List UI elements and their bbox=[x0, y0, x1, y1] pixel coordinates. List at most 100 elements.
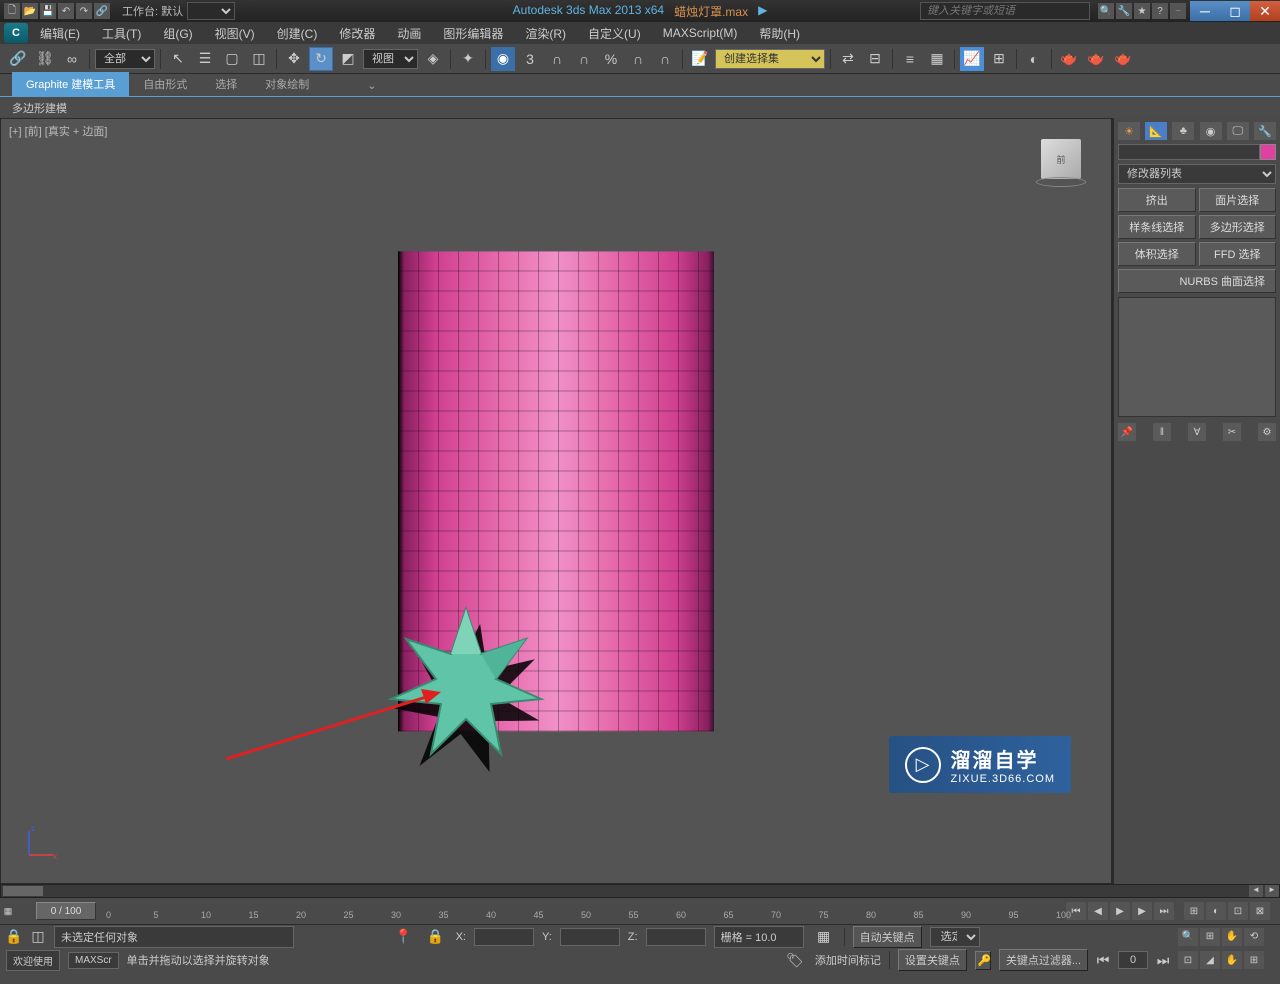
tool-icon[interactable]: 🔧 bbox=[1116, 3, 1132, 19]
key-mode-select[interactable]: 选定对 bbox=[930, 927, 980, 947]
spinner-prev-icon[interactable]: ⏮ bbox=[1096, 948, 1110, 972]
motion-tab-icon[interactable]: ◉ bbox=[1200, 122, 1222, 140]
ffd-select-button[interactable]: FFD 选择 bbox=[1199, 242, 1277, 266]
manipulate-icon[interactable]: ✦ bbox=[456, 47, 480, 71]
nav-tool1-icon[interactable]: ⊞ bbox=[1184, 902, 1204, 920]
extrude-button[interactable]: 挤出 bbox=[1118, 188, 1196, 212]
iso-icon[interactable]: ◫ bbox=[30, 925, 46, 949]
rendered-frame-icon[interactable]: 🫖 bbox=[1084, 47, 1108, 71]
prev-frame-icon[interactable]: ◀ bbox=[1088, 902, 1108, 920]
rotate-tool-icon[interactable]: ↻ bbox=[309, 47, 333, 71]
poly-select-button[interactable]: 多边形选择 bbox=[1199, 215, 1277, 239]
display-tab-icon[interactable]: 🖵 bbox=[1227, 122, 1249, 140]
utilities-tab-icon[interactable]: 🔧 bbox=[1254, 122, 1276, 140]
minimize-button[interactable]: ─ bbox=[1190, 1, 1220, 21]
play-icon[interactable]: ▶ bbox=[758, 3, 767, 20]
menu-maxscript[interactable]: MAXScript(M) bbox=[653, 23, 748, 43]
nav-tool3-icon[interactable]: ⊡ bbox=[1228, 902, 1248, 920]
ribbon-polymodel[interactable]: 多边形建模 bbox=[12, 100, 67, 116]
render-setup-icon[interactable]: 🫖 bbox=[1057, 47, 1081, 71]
ribbon-tab-freeform[interactable]: 自由形式 bbox=[129, 72, 201, 96]
menu-tools[interactable]: 工具(T) bbox=[92, 22, 151, 45]
angle-snap-icon[interactable]: 3 bbox=[518, 47, 542, 71]
show-result-icon[interactable]: ‖ bbox=[1153, 423, 1171, 441]
percent-snap-icon[interactable]: ∩ bbox=[545, 47, 569, 71]
object-color-swatch[interactable] bbox=[1260, 144, 1276, 160]
ribbon-collapse-icon[interactable]: ⌄ bbox=[353, 75, 390, 96]
next-frame-icon[interactable]: ▶ bbox=[1132, 902, 1152, 920]
bind-tool-icon[interactable]: ∞ bbox=[60, 47, 84, 71]
key-filter-button[interactable]: 关键点过滤器... bbox=[999, 949, 1088, 971]
autokey-button[interactable]: 自动关键点 bbox=[853, 926, 922, 948]
help-icon[interactable]: ? bbox=[1152, 3, 1168, 19]
link-tool-icon[interactable]: 🔗 bbox=[6, 47, 30, 71]
named-selection-select[interactable]: 创建选择集 bbox=[715, 49, 825, 69]
frame-spinner[interactable] bbox=[1118, 951, 1148, 969]
remove-mod-icon[interactable]: ✂ bbox=[1223, 423, 1241, 441]
layer-manager-icon[interactable]: ▦ bbox=[925, 47, 949, 71]
face-select-button[interactable]: 面片选择 bbox=[1199, 188, 1277, 212]
viewport-label[interactable]: [+] [前] [真实 + 边面] bbox=[9, 123, 107, 139]
maximize-button[interactable]: ◻ bbox=[1220, 1, 1250, 21]
workspace-select[interactable] bbox=[187, 2, 235, 20]
ribbon-tab-paint[interactable]: 对象绘制 bbox=[251, 72, 323, 96]
viewport[interactable]: [+] [前] [真实 + 边面] 前 bbox=[0, 118, 1112, 884]
snap-icon[interactable]: ∩ bbox=[626, 47, 650, 71]
volume-select-button[interactable]: 体积选择 bbox=[1118, 242, 1196, 266]
pivot-icon[interactable]: ◈ bbox=[421, 47, 445, 71]
search-input[interactable] bbox=[920, 2, 1090, 20]
menu-graph-editors[interactable]: 图形编辑器 bbox=[433, 22, 513, 45]
x-coord-input[interactable] bbox=[474, 928, 534, 946]
hierarchy-tab-icon[interactable]: ♣ bbox=[1172, 122, 1194, 140]
select-region-icon[interactable]: ▢ bbox=[220, 47, 244, 71]
pin-stack-icon[interactable]: 📌 bbox=[1118, 423, 1136, 441]
selection-filter-select[interactable]: 全部 bbox=[95, 49, 155, 69]
menu-help[interactable]: 帮助(H) bbox=[749, 22, 810, 45]
link-icon[interactable]: 🔗 bbox=[94, 3, 110, 19]
min-max-icon[interactable]: ⊞ bbox=[1244, 951, 1264, 969]
ribbon-tab-selection[interactable]: 选择 bbox=[201, 72, 251, 96]
fov-icon[interactable]: ◢ bbox=[1200, 951, 1220, 969]
zoom-icon[interactable]: 🔍 bbox=[1178, 928, 1198, 946]
schematic-icon[interactable]: ⊞ bbox=[987, 47, 1011, 71]
close-button[interactable]: ✕ bbox=[1250, 1, 1280, 21]
key-icon[interactable]: 🔑 bbox=[975, 951, 991, 970]
edit-named-icon[interactable]: 📝 bbox=[688, 47, 712, 71]
pan-icon[interactable]: ✋ bbox=[1222, 928, 1242, 946]
spinner-snap-icon[interactable]: ∩ bbox=[572, 47, 596, 71]
grid-icon[interactable]: ▦ bbox=[812, 925, 836, 949]
star-icon[interactable]: ★ bbox=[1134, 3, 1150, 19]
play-icon[interactable]: ▶ bbox=[1110, 902, 1130, 920]
spline-select-button[interactable]: 样条线选择 bbox=[1118, 215, 1196, 239]
modify-tab-icon[interactable]: 📐 bbox=[1145, 122, 1167, 140]
pin-icon[interactable]: 📍 bbox=[392, 925, 416, 949]
move-tool-icon[interactable]: ✥ bbox=[282, 47, 306, 71]
configure-icon[interactable]: ⚙ bbox=[1258, 423, 1276, 441]
render-icon[interactable]: 🫖 bbox=[1111, 47, 1135, 71]
viewport-scrollbar[interactable]: ◄ ► bbox=[0, 884, 1280, 898]
orbit-icon[interactable]: ⟲ bbox=[1244, 928, 1264, 946]
menu-view[interactable]: 视图(V) bbox=[205, 22, 265, 45]
app-icon[interactable]: C bbox=[4, 23, 28, 43]
menu-group[interactable]: 组(G) bbox=[153, 22, 202, 45]
align-icon[interactable]: ⊟ bbox=[863, 47, 887, 71]
nav-tool4-icon[interactable]: ⊠ bbox=[1250, 902, 1270, 920]
spinner-next-icon[interactable]: ⏭ bbox=[1156, 948, 1170, 972]
nurbs-select-button[interactable]: NURBS 曲面选择 bbox=[1118, 269, 1276, 293]
window-crossing-icon[interactable]: ◫ bbox=[247, 47, 271, 71]
select-name-icon[interactable]: ☰ bbox=[193, 47, 217, 71]
zoom-all-icon[interactable]: ⊞ bbox=[1200, 928, 1220, 946]
maxscript-listener[interactable]: MAXScr bbox=[68, 952, 119, 969]
setkey-button[interactable]: 设置关键点 bbox=[898, 949, 967, 971]
modifier-stack[interactable] bbox=[1118, 297, 1276, 417]
redo-icon[interactable]: ↷ bbox=[76, 3, 92, 19]
menu-customize[interactable]: 自定义(U) bbox=[578, 22, 651, 45]
unique-icon[interactable]: ∀ bbox=[1188, 423, 1206, 441]
goto-end-icon[interactable]: ⏭ bbox=[1154, 902, 1174, 920]
viewcube[interactable]: 前 bbox=[1041, 139, 1081, 179]
layers-icon[interactable]: ≡ bbox=[898, 47, 922, 71]
y-coord-input[interactable] bbox=[560, 928, 620, 946]
new-icon[interactable]: 🗋 bbox=[4, 3, 20, 19]
time-slider[interactable]: 0 / 100 bbox=[36, 902, 96, 920]
create-tab-icon[interactable]: ☀ bbox=[1118, 122, 1140, 140]
